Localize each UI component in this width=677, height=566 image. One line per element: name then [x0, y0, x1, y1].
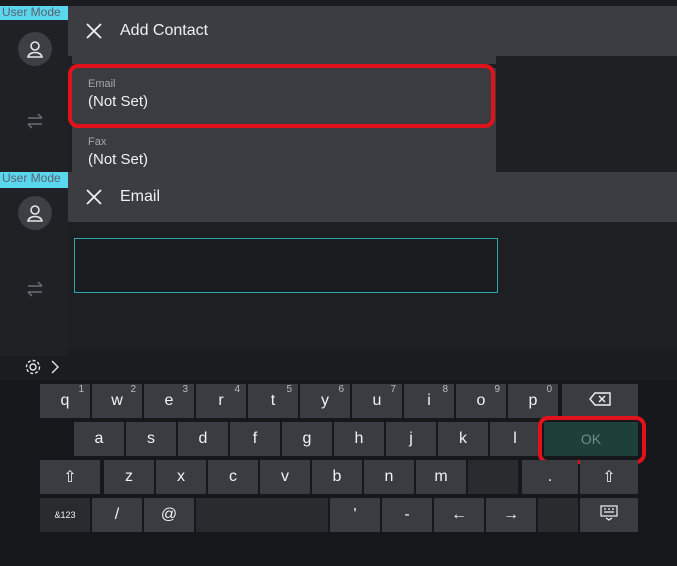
key-number: 4 — [234, 384, 240, 395]
keyboard-toolbar — [0, 356, 677, 380]
key-label: r — [218, 392, 224, 409]
key-hyphen[interactable]: - — [382, 498, 432, 532]
key-number: 7 — [390, 384, 396, 395]
key-l[interactable]: l — [490, 422, 540, 456]
key-b[interactable]: b — [312, 460, 362, 494]
email-input-screen: User Mode Email q1 w2 e3 r4 t5 y6 u7 i8 … — [0, 172, 677, 566]
email-highlight — [68, 64, 495, 128]
key-label: p — [528, 392, 538, 409]
key-c[interactable]: c — [208, 460, 258, 494]
swap-arrows-icon[interactable] — [24, 112, 46, 132]
key-label: w — [111, 392, 123, 409]
key-w[interactable]: w2 — [92, 384, 142, 418]
fax-field[interactable]: Fax (Not Set) — [72, 128, 496, 172]
key-k[interactable]: k — [438, 422, 488, 456]
shift-key-left[interactable]: ⇧ — [40, 460, 100, 494]
header-bar: Add Contact — [68, 6, 677, 56]
key-s[interactable]: s — [126, 422, 176, 456]
right-arrow-key[interactable]: → — [486, 498, 536, 532]
blank-key — [196, 498, 328, 532]
keyboard-icon — [600, 504, 618, 526]
key-q[interactable]: q1 — [40, 384, 90, 418]
hide-keyboard-key[interactable] — [580, 498, 638, 532]
key-label: y — [321, 392, 329, 409]
key-m[interactable]: m — [416, 460, 466, 494]
key-dot[interactable]: . — [522, 460, 578, 494]
header-bar: Email — [68, 172, 677, 222]
key-number: 9 — [494, 384, 500, 395]
backspace-icon — [589, 391, 611, 411]
key-v[interactable]: v — [260, 460, 310, 494]
key-label: e — [164, 392, 174, 409]
key-label: t — [270, 392, 276, 409]
swap-arrows-icon[interactable] — [24, 280, 46, 300]
key-g[interactable]: g — [282, 422, 332, 456]
key-f[interactable]: f — [230, 422, 280, 456]
key-number: 6 — [338, 384, 344, 395]
page-title: Add Contact — [120, 22, 209, 39]
list-edge — [72, 56, 496, 64]
key-label: o — [476, 392, 486, 409]
page-title: Email — [120, 188, 161, 205]
email-input[interactable] — [74, 238, 498, 293]
fax-field-value: (Not Set) — [88, 151, 149, 168]
key-h[interactable]: h — [334, 422, 384, 456]
key-label: i — [427, 392, 431, 409]
user-avatar-icon[interactable] — [18, 32, 52, 66]
key-apostrophe[interactable]: ' — [330, 498, 380, 532]
key-label: q — [60, 392, 70, 409]
fax-field-label: Fax — [88, 136, 107, 148]
key-slash[interactable]: / — [92, 498, 142, 532]
key-o[interactable]: o9 — [456, 384, 506, 418]
left-arrow-key[interactable]: ← — [434, 498, 484, 532]
left-rail — [0, 20, 68, 172]
key-z[interactable]: z — [104, 460, 154, 494]
key-number: 5 — [286, 384, 292, 395]
key-r[interactable]: r4 — [196, 384, 246, 418]
close-icon[interactable] — [68, 188, 120, 206]
key-label: u — [372, 392, 382, 409]
key-a[interactable]: a — [74, 422, 124, 456]
add-contact-screen: User Mode Add Contact Email (Not Set) Fa… — [0, 0, 677, 172]
key-j[interactable]: j — [386, 422, 436, 456]
chevron-right-icon[interactable] — [50, 358, 60, 381]
key-number: 1 — [78, 384, 84, 395]
key-i[interactable]: i8 — [404, 384, 454, 418]
key-x[interactable]: x — [156, 460, 206, 494]
key-number: 3 — [182, 384, 188, 395]
key-e[interactable]: e3 — [144, 384, 194, 418]
key-t[interactable]: t5 — [248, 384, 298, 418]
key-d[interactable]: d — [178, 422, 228, 456]
symbol-toggle-key[interactable]: &123 — [40, 498, 90, 532]
key-y[interactable]: y6 — [300, 384, 350, 418]
key-p[interactable]: p0 — [508, 384, 558, 418]
blank-key — [538, 498, 578, 532]
key-number: 8 — [442, 384, 448, 395]
shift-key-right[interactable]: ⇧ — [580, 460, 638, 494]
onscreen-keyboard: q1 w2 e3 r4 t5 y6 u7 i8 o9 p0 a s d f g … — [0, 380, 677, 566]
key-number: 0 — [546, 384, 552, 395]
key-number: 2 — [130, 384, 136, 395]
backspace-key[interactable] — [562, 384, 638, 418]
blank-key — [468, 460, 518, 494]
close-icon[interactable] — [68, 22, 120, 40]
key-at[interactable]: @ — [144, 498, 194, 532]
gear-icon[interactable] — [24, 358, 42, 381]
key-n[interactable]: n — [364, 460, 414, 494]
ok-highlight — [538, 416, 646, 464]
key-u[interactable]: u7 — [352, 384, 402, 418]
user-avatar-icon[interactable] — [18, 196, 52, 230]
